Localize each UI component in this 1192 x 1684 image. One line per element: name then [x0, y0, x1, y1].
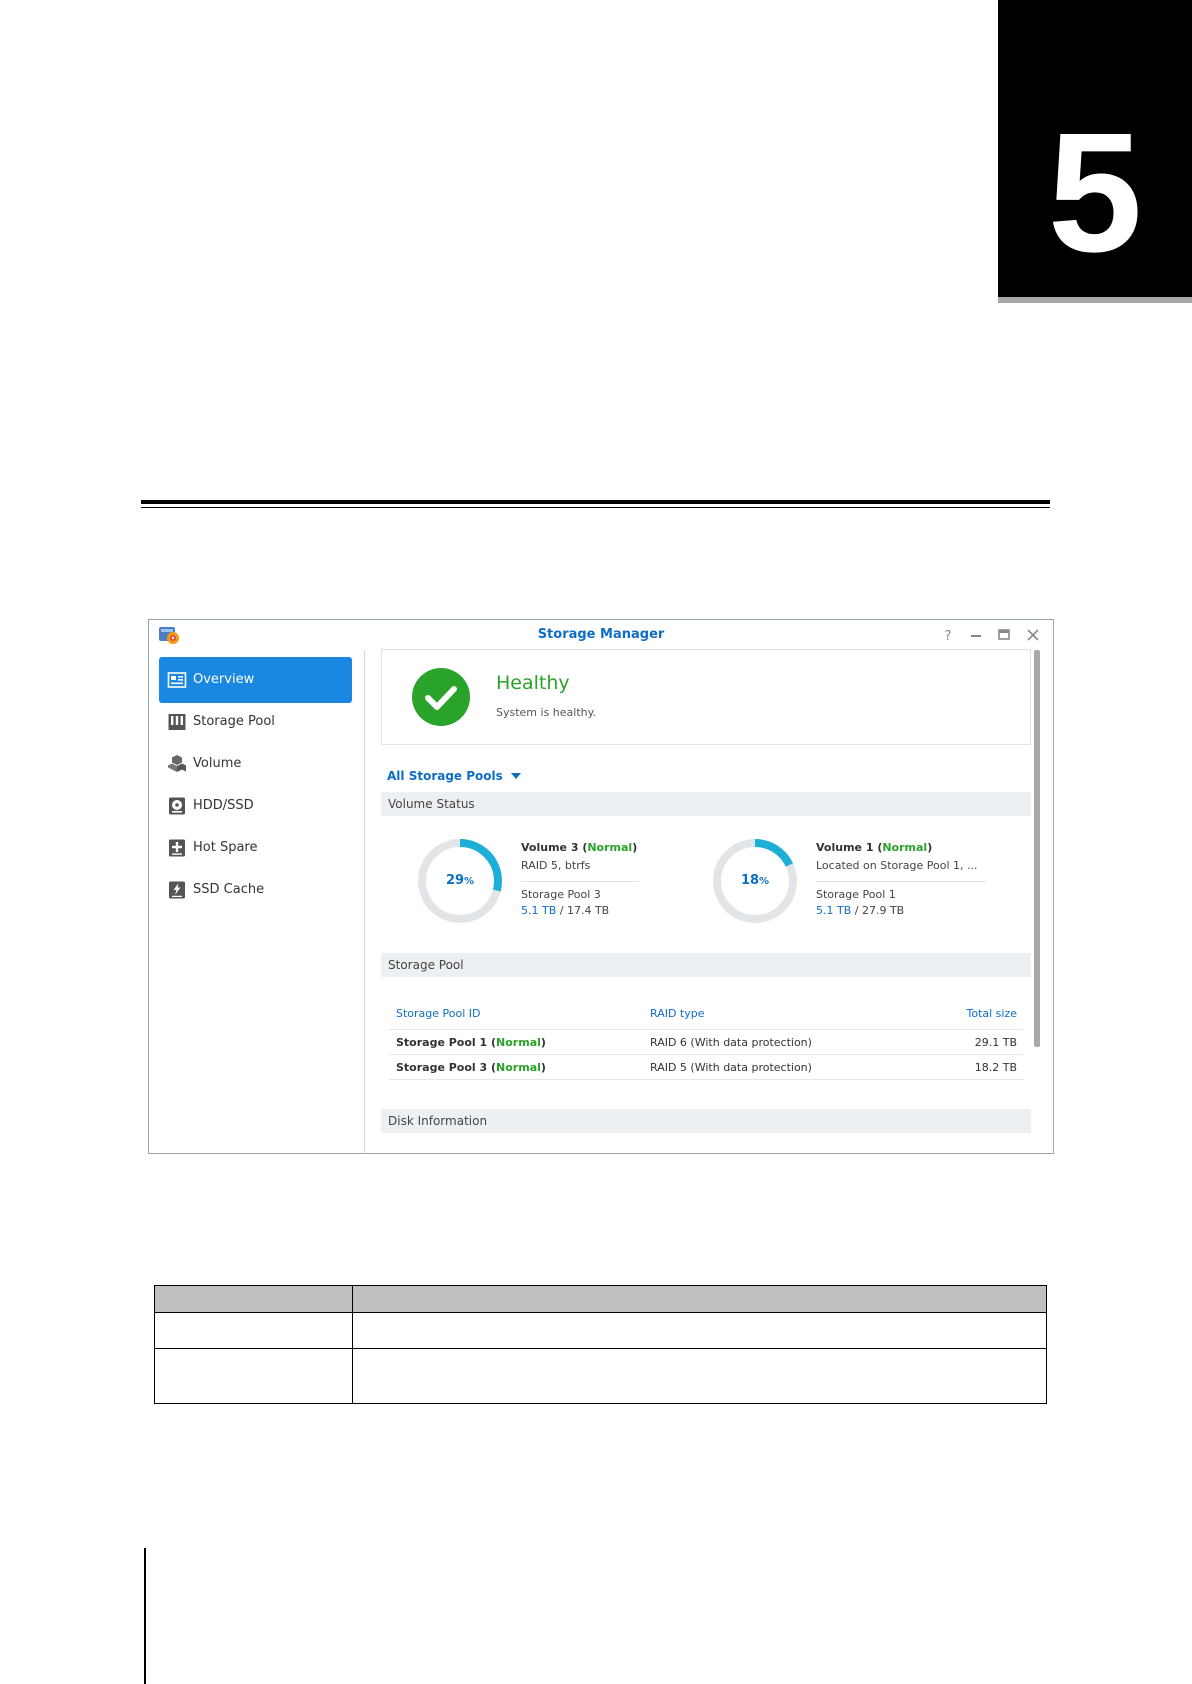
section-label: Disk Information [388, 1114, 488, 1128]
sidebar-item-storage-pool[interactable]: Storage Pool [159, 699, 352, 745]
title-bar[interactable]: Storage Manager ? [149, 620, 1053, 650]
volume-separator [521, 881, 639, 882]
table-bottom-border [389, 1079, 1023, 1080]
sidebar-item-volume[interactable]: Volume [159, 741, 352, 787]
health-status-title: Healthy [496, 672, 570, 694]
volume-status-header: Volume Status [381, 792, 1031, 816]
volume-detail: Located on Storage Pool 1, ... [816, 859, 978, 872]
storage-pool-header: Storage Pool [381, 953, 1031, 977]
disk-information-header: Disk Information [381, 1109, 1031, 1133]
caret-down-icon[interactable] [510, 772, 522, 780]
hdd-icon [169, 797, 185, 815]
total-size-cell: 18.2 TB [974, 1061, 1017, 1074]
chapter-number: 5 [1047, 98, 1143, 288]
column-header-raid-type[interactable]: RAID type [650, 1007, 705, 1020]
healthy-check-icon [412, 668, 470, 726]
volume-pool: Storage Pool 3 [521, 888, 601, 901]
overview-icon [167, 672, 187, 688]
svg-text:?: ? [945, 629, 952, 644]
pool-id-cell: Storage Pool 3 (Normal) [396, 1061, 546, 1074]
volume-name: Volume 3 (Normal) [521, 841, 638, 854]
sidebar-item-label: Storage Pool [193, 714, 275, 729]
document-table-column-divider [352, 1286, 353, 1403]
column-header-total-size[interactable]: Total size [909, 1007, 1017, 1020]
health-status-subtitle: System is healthy. [496, 706, 597, 719]
document-table [154, 1285, 1047, 1404]
document-table-header [155, 1286, 1046, 1313]
sidebar: Overview Storage Pool Volume HDD/SSD Hot… [149, 650, 365, 1153]
heading-rule-thin [141, 507, 1050, 508]
total-size-cell: 29.1 TB [974, 1036, 1017, 1049]
heading-rule [141, 500, 1050, 504]
chapter-block-shadow [998, 297, 1192, 303]
sidebar-item-ssd-cache[interactable]: SSD Cache [159, 867, 352, 913]
help-icon[interactable]: ? [939, 626, 957, 644]
sidebar-item-label: HDD/SSD [193, 798, 254, 813]
storage-pool-icon [168, 714, 186, 730]
window-title: Storage Manager [537, 627, 665, 642]
pool-id-cell: Storage Pool 1 (Normal) [396, 1036, 546, 1049]
chapter-block: 5 [998, 0, 1192, 297]
table-row[interactable]: Storage Pool 1 (Normal) RAID 6 (With dat… [389, 1029, 1023, 1054]
section-label: Storage Pool [388, 958, 464, 972]
volume-usage-percent: 29% [445, 873, 475, 888]
table-row[interactable]: Storage Pool 3 (Normal) RAID 5 (With dat… [389, 1054, 1023, 1079]
ssd-cache-icon [169, 881, 185, 899]
margin-rule [144, 1548, 146, 1684]
volume-detail: RAID 5, btrfs [521, 859, 591, 872]
storage-pool-filter[interactable]: All Storage Pools [387, 767, 503, 785]
volume-capacity: 5.1 TB / 27.9 TB [816, 904, 905, 917]
sidebar-item-label: Volume [193, 756, 242, 771]
sidebar-item-label: Overview [193, 672, 255, 687]
raid-type-cell: RAID 6 (With data protection) [650, 1036, 812, 1049]
section-label: Volume Status [388, 797, 475, 811]
sidebar-item-label: SSD Cache [193, 882, 265, 897]
sidebar-item-hot-spare[interactable]: Hot Spare [159, 825, 352, 871]
minimize-icon[interactable] [967, 626, 985, 644]
column-header-pool-id[interactable]: Storage Pool ID [396, 1007, 481, 1020]
storage-manager-window: Storage Manager ? Overview Storage Pool … [148, 619, 1054, 1154]
volume-capacity: 5.1 TB / 17.4 TB [521, 904, 610, 917]
volume-icon [168, 755, 186, 772]
sidebar-item-label: Hot Spare [193, 840, 258, 855]
hot-spare-icon [169, 839, 185, 857]
volume-pool: Storage Pool 1 [816, 888, 896, 901]
document-table-row-divider [155, 1348, 1046, 1349]
health-panel: Healthy System is healthy. [381, 649, 1031, 745]
close-icon[interactable] [1024, 626, 1042, 644]
sidebar-item-overview[interactable]: Overview [159, 657, 352, 703]
volume-usage-percent: 18% [740, 873, 770, 888]
sidebar-item-hdd-ssd[interactable]: HDD/SSD [159, 783, 352, 829]
scrollbar-thumb[interactable] [1034, 650, 1040, 1047]
volume-separator [816, 881, 986, 882]
volume-name: Volume 1 (Normal) [816, 841, 933, 854]
raid-type-cell: RAID 5 (With data protection) [650, 1061, 812, 1074]
maximize-icon[interactable] [995, 626, 1013, 644]
